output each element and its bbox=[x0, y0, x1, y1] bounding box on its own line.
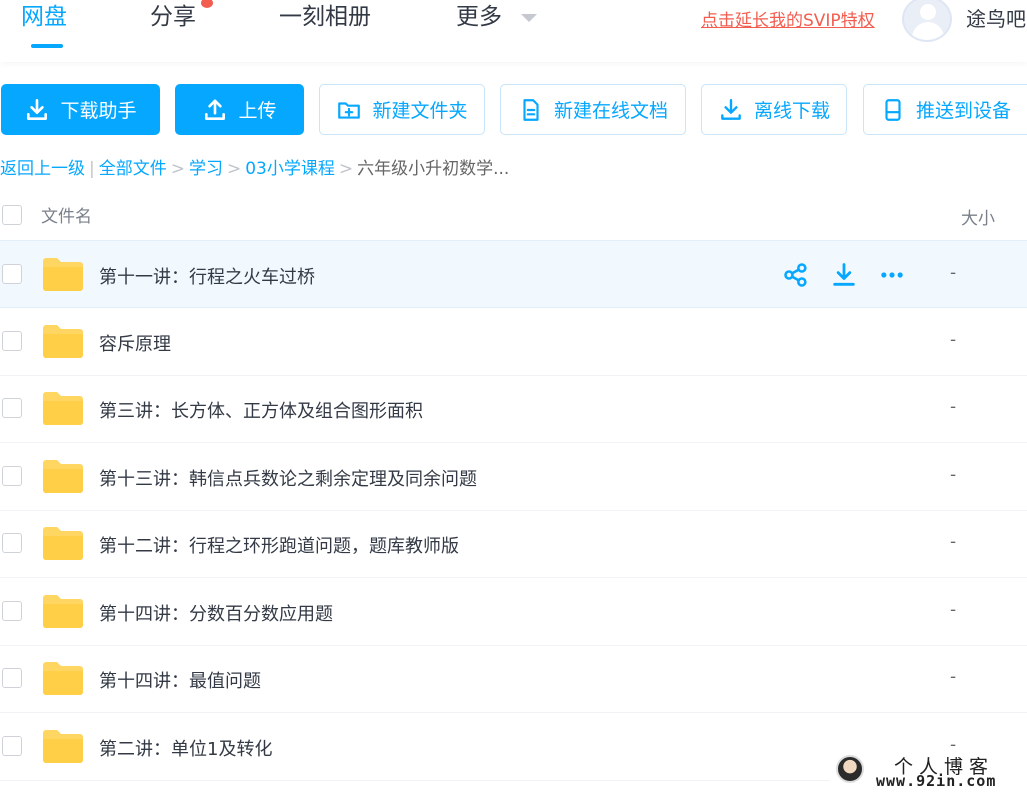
folder-icon bbox=[43, 662, 83, 695]
document-icon bbox=[523, 98, 539, 121]
notification-badge bbox=[201, 0, 213, 8]
breadcrumb-separator: > bbox=[338, 159, 354, 179]
breadcrumb-separator: > bbox=[226, 159, 242, 179]
file-name[interactable]: 第十一讲：行程之火车过桥 bbox=[99, 263, 315, 289]
file-size: - bbox=[950, 600, 957, 620]
table-row[interactable]: 第十二讲：行程之环形跑道问题，题库教师版 - bbox=[0, 510, 1027, 578]
table-header: 文件名 大小 bbox=[0, 196, 1027, 240]
row-checkbox[interactable] bbox=[2, 331, 22, 351]
breadcrumb-item-study[interactable]: 学习 bbox=[189, 159, 223, 179]
breadcrumb-item-primary-course[interactable]: 03小学课程 bbox=[245, 159, 335, 179]
folder-icon bbox=[43, 460, 83, 493]
table-row[interactable]: 第十一讲：行程之火车过桥 - bbox=[0, 240, 1027, 308]
folder-icon bbox=[43, 730, 83, 763]
active-tab-indicator bbox=[31, 44, 63, 48]
new-online-doc-label: 新建在线文档 bbox=[553, 100, 668, 122]
download-assistant-label: 下载助手 bbox=[60, 100, 137, 122]
row-checkbox[interactable] bbox=[2, 736, 22, 756]
folder-icon bbox=[43, 527, 83, 560]
chevron-down-icon[interactable] bbox=[521, 14, 537, 22]
download-icon[interactable] bbox=[830, 261, 858, 289]
offline-download-button[interactable]: 离线下载 bbox=[701, 84, 847, 135]
watermark-url: www.92in.com bbox=[876, 772, 997, 790]
file-name[interactable]: 第二讲：单位1及转化 bbox=[99, 735, 272, 761]
new-folder-button[interactable]: 新建文件夹 bbox=[319, 84, 485, 135]
upload-icon bbox=[205, 98, 226, 120]
device-icon bbox=[885, 98, 901, 121]
push-to-device-button[interactable]: 推送到设备 bbox=[863, 84, 1027, 135]
push-to-device-label: 推送到设备 bbox=[915, 100, 1011, 122]
folder-icon bbox=[43, 325, 83, 358]
folder-icon bbox=[43, 258, 83, 291]
nav-tab-album[interactable]: 一刻相册 bbox=[279, 0, 371, 34]
top-navigation: 网盘 分享 一刻相册 更多 点击延长我的SVIP特权 途鸟吧 bbox=[0, 0, 1027, 62]
svip-renew-link[interactable]: 点击延长我的SVIP特权 bbox=[701, 6, 875, 31]
new-folder-label: 新建文件夹 bbox=[372, 100, 468, 122]
watermark-logo-icon bbox=[836, 755, 864, 783]
select-all-checkbox[interactable] bbox=[2, 205, 22, 225]
row-checkbox[interactable] bbox=[2, 264, 22, 284]
row-checkbox[interactable] bbox=[2, 466, 22, 486]
download-icon bbox=[27, 98, 48, 120]
file-name[interactable]: 第十四讲：分数百分数应用题 bbox=[99, 600, 333, 626]
file-name[interactable]: 容斥原理 bbox=[99, 330, 171, 356]
more-icon[interactable] bbox=[878, 261, 906, 289]
avatar-body-shape bbox=[912, 22, 944, 40]
file-size: - bbox=[950, 263, 957, 283]
nav-tab-netdisk[interactable]: 网盘 bbox=[21, 0, 67, 34]
row-checkbox[interactable] bbox=[2, 668, 22, 688]
file-name[interactable]: 第十四讲：最值问题 bbox=[99, 667, 261, 693]
column-header-name[interactable]: 文件名 bbox=[41, 202, 92, 227]
share-icon[interactable] bbox=[782, 261, 810, 289]
username[interactable]: 途鸟吧 bbox=[966, 3, 1026, 32]
breadcrumb-separator: > bbox=[170, 159, 185, 179]
download-icon bbox=[721, 98, 741, 120]
blog-watermark: 个人博客 www.92in.com bbox=[830, 752, 1027, 793]
download-assistant-button[interactable]: 下载助手 bbox=[1, 84, 160, 135]
file-name[interactable]: 第三讲：长方体、正方体及组合图形面积 bbox=[99, 397, 423, 423]
file-name[interactable]: 第十二讲：行程之环形跑道问题，题库教师版 bbox=[99, 532, 459, 558]
table-row[interactable]: 第三讲：长方体、正方体及组合图形面积 - bbox=[0, 375, 1027, 443]
upload-button[interactable]: 上传 bbox=[175, 84, 304, 135]
avatar[interactable] bbox=[902, 0, 952, 42]
avatar-head-shape bbox=[920, 4, 936, 20]
offline-download-label: 离线下载 bbox=[753, 100, 830, 122]
new-online-doc-button[interactable]: 新建在线文档 bbox=[500, 84, 686, 135]
breadcrumb-item-all-files[interactable]: 全部文件 bbox=[99, 159, 167, 179]
nav-tab-more[interactable]: 更多 bbox=[456, 0, 502, 34]
nav-tab-share[interactable]: 分享 bbox=[150, 0, 196, 34]
table-row[interactable]: 第十三讲：韩信点兵数论之剩余定理及同余问题 - bbox=[0, 443, 1027, 511]
row-checkbox[interactable] bbox=[2, 533, 22, 553]
file-size: - bbox=[950, 465, 957, 485]
file-size: - bbox=[950, 330, 957, 350]
file-size: - bbox=[950, 397, 957, 417]
row-checkbox[interactable] bbox=[2, 398, 22, 418]
table-row[interactable]: 第十四讲：分数百分数应用题 - bbox=[0, 578, 1027, 646]
table-row[interactable]: 第十四讲：最值问题 - bbox=[0, 645, 1027, 713]
row-actions bbox=[782, 261, 906, 289]
breadcrumb: 返回上一级 | 全部文件 > 学习 >03小学课程 > 六年级小升初数学... bbox=[0, 154, 509, 179]
new-folder-icon bbox=[338, 101, 361, 119]
file-size: - bbox=[950, 667, 957, 687]
file-name[interactable]: 第十三讲：韩信点兵数论之剩余定理及同余问题 bbox=[99, 465, 477, 491]
column-header-size[interactable]: 大小 bbox=[961, 204, 995, 229]
file-size: - bbox=[950, 532, 957, 552]
folder-icon bbox=[43, 595, 83, 628]
breadcrumb-divider: | bbox=[89, 159, 95, 179]
folder-icon bbox=[43, 392, 83, 425]
breadcrumb-back-link[interactable]: 返回上一级 bbox=[0, 159, 85, 179]
table-row[interactable]: 容斥原理 - bbox=[0, 308, 1027, 376]
upload-label: 上传 bbox=[238, 100, 277, 122]
breadcrumb-current: 六年级小升初数学... bbox=[357, 159, 510, 179]
row-checkbox[interactable] bbox=[2, 601, 22, 621]
